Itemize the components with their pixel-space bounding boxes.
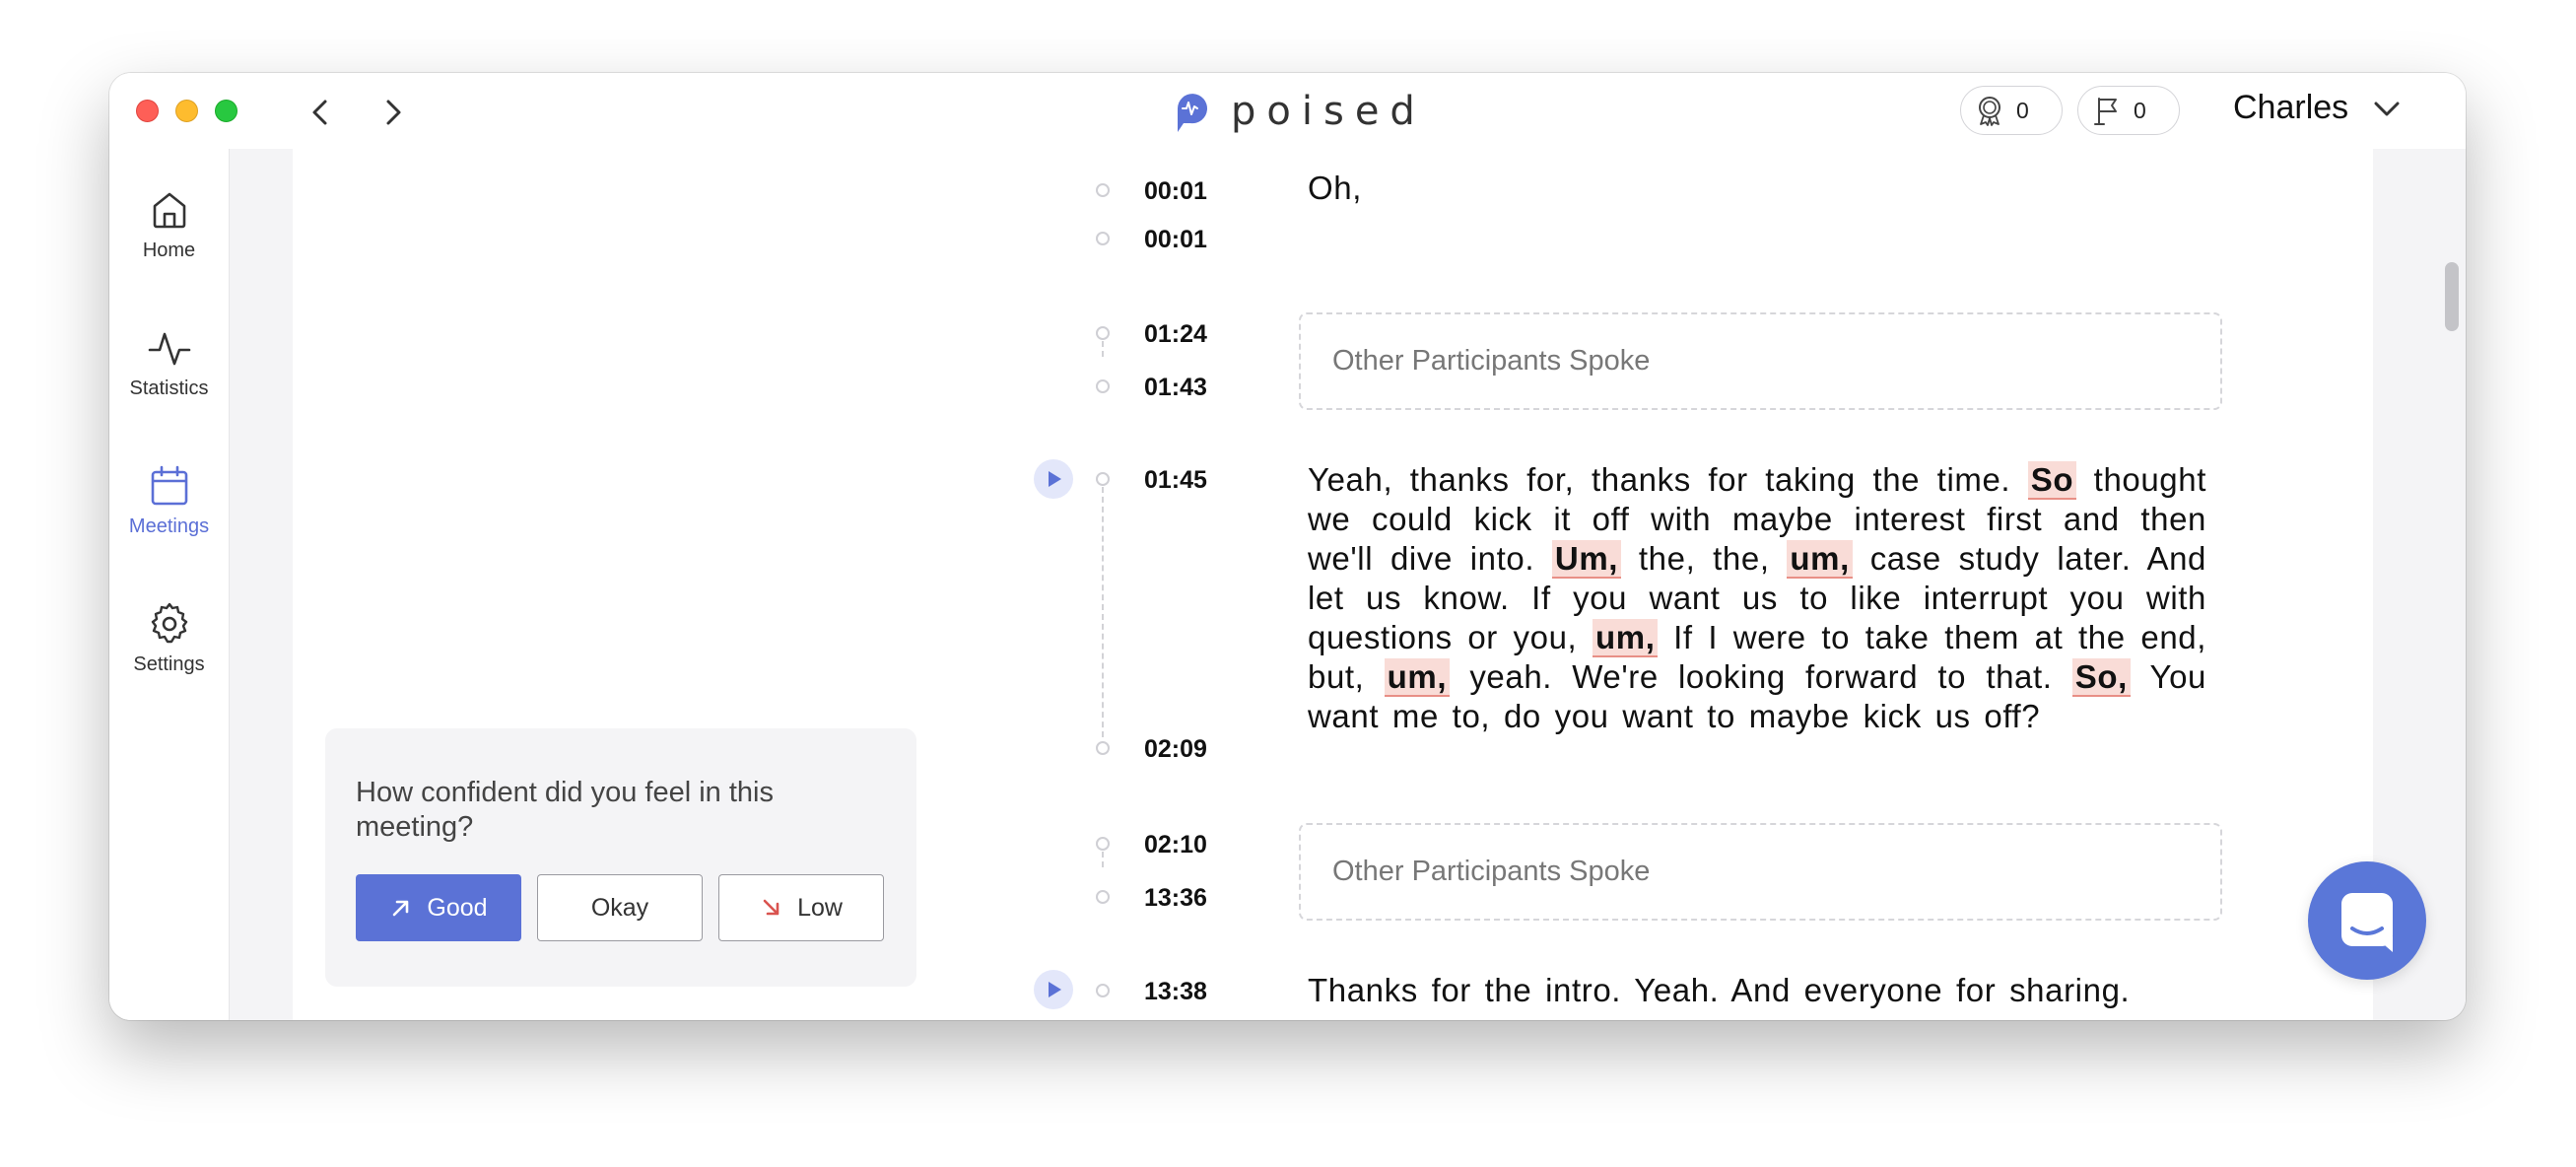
timeline-connector [1102,341,1104,357]
timeline-connector [1102,487,1104,737]
awards-count: 0 [2016,97,2029,123]
app-logo: poised [1172,87,1426,136]
poised-logo-icon [1178,94,1207,132]
timeline-dot [1096,984,1110,997]
utterance-text: Thanks for the intro. Yeah. And everyone… [1308,972,2131,1008]
scrollbar-thumb[interactable] [2445,262,2459,331]
segment-end-time: 02:09 [1144,735,1207,763]
chevron-down-icon [2374,102,2400,115]
timeline-dot [1096,890,1110,904]
confidence-survey: How confident did you feel in this meeti… [325,728,916,987]
timeline-dot [1096,232,1110,245]
awards-badge[interactable]: 0 [1960,86,2063,135]
timeline-connector [1102,852,1104,867]
filler-word[interactable]: So [2027,461,2077,500]
sidebar-item-statistics[interactable]: Statistics [109,324,229,400]
segment-start-time: 00:01 [1144,177,1207,205]
chevron-right-icon [386,100,401,125]
other-participants-block: Other Participants Spoke [1299,823,2222,921]
segment-start-time: 13:38 [1144,978,1207,1005]
sidebar-item-label: Settings [133,653,205,675]
filler-word[interactable]: um, [1593,619,1659,657]
text-run: the, the, [1621,540,1788,577]
timeline-dot [1096,837,1110,851]
sidebar-item-home[interactable]: Home [109,186,229,262]
okay-button[interactable]: Okay [537,874,703,941]
segment-end-time: 01:43 [1144,374,1207,401]
low-button[interactable]: Low [718,874,884,941]
timeline-dot [1096,379,1110,393]
calendar-icon [151,465,187,506]
other-participants-block: Other Participants Spoke [1299,312,2222,410]
zoom-window-button[interactable] [215,100,237,122]
chat-support-button[interactable] [2308,861,2426,980]
user-name: Charles [2233,89,2349,126]
utterance-text: Yeah, thanks for, thanks for taking the … [1308,460,2206,736]
good-label: Good [427,893,488,922]
sidebar: Home Statistics Meetings Settings [109,149,230,1020]
filler-word[interactable]: um, [1384,658,1451,697]
utterance-text: Oh, [1308,170,1362,206]
sidebar-item-label: Home [142,240,196,261]
back-button[interactable] [304,95,339,130]
okay-label: Okay [590,893,649,922]
play-icon [1049,471,1061,487]
activity-icon [148,332,190,366]
logo-text: poised [1231,89,1426,134]
sidebar-item-settings[interactable]: Settings [109,600,229,676]
gear-icon [151,602,187,644]
segment-end-time: 13:36 [1144,884,1207,912]
timeline-dot [1096,183,1110,197]
play-icon [1049,982,1061,997]
flags-badge[interactable]: 0 [2077,86,2180,135]
timeline-dot [1096,472,1110,486]
sidebar-item-meetings[interactable]: Meetings [109,462,229,538]
chevron-left-icon [312,100,327,125]
filler-word[interactable]: So, [2071,658,2131,697]
minimize-window-button[interactable] [175,100,198,122]
close-window-button[interactable] [136,100,159,122]
chat-icon [2341,893,2393,952]
segment-start-time: 01:24 [1144,320,1207,348]
sidebar-item-label: Meetings [128,515,210,537]
award-icon [1979,97,2000,126]
survey-question: How confident did you feel in this meeti… [356,777,774,843]
segment-start-time: 01:45 [1144,466,1207,494]
good-button[interactable]: Good [356,874,521,941]
user-menu[interactable]: Charles [2233,89,2404,127]
arrow-up-right-icon [393,900,409,917]
segment-start-time: 02:10 [1144,831,1207,858]
play-segment-button[interactable] [1034,459,1073,499]
filler-word[interactable]: Um, [1551,540,1622,579]
play-segment-button[interactable] [1034,970,1073,1009]
arrow-down-right-icon [763,899,780,916]
title-bar: poised 0 0 Charles [109,73,2466,150]
low-label: Low [797,893,843,922]
text-run: Yeah, thanks for, thanks for taking the … [1308,461,2028,498]
forward-button[interactable] [374,95,410,130]
home-icon [153,192,185,229]
timeline-dot [1096,741,1110,755]
sidebar-item-label: Statistics [129,378,209,399]
app-window: poised 0 0 Charles Home Statistics Meeti… [109,73,2466,1020]
filler-word[interactable]: um, [1787,540,1853,579]
flags-count: 0 [2134,97,2146,123]
timeline-dot [1096,326,1110,340]
text-run: yeah. We're looking forward to that. [1450,658,2072,695]
segment-end-time: 00:01 [1144,226,1207,253]
flag-icon [2094,98,2117,125]
